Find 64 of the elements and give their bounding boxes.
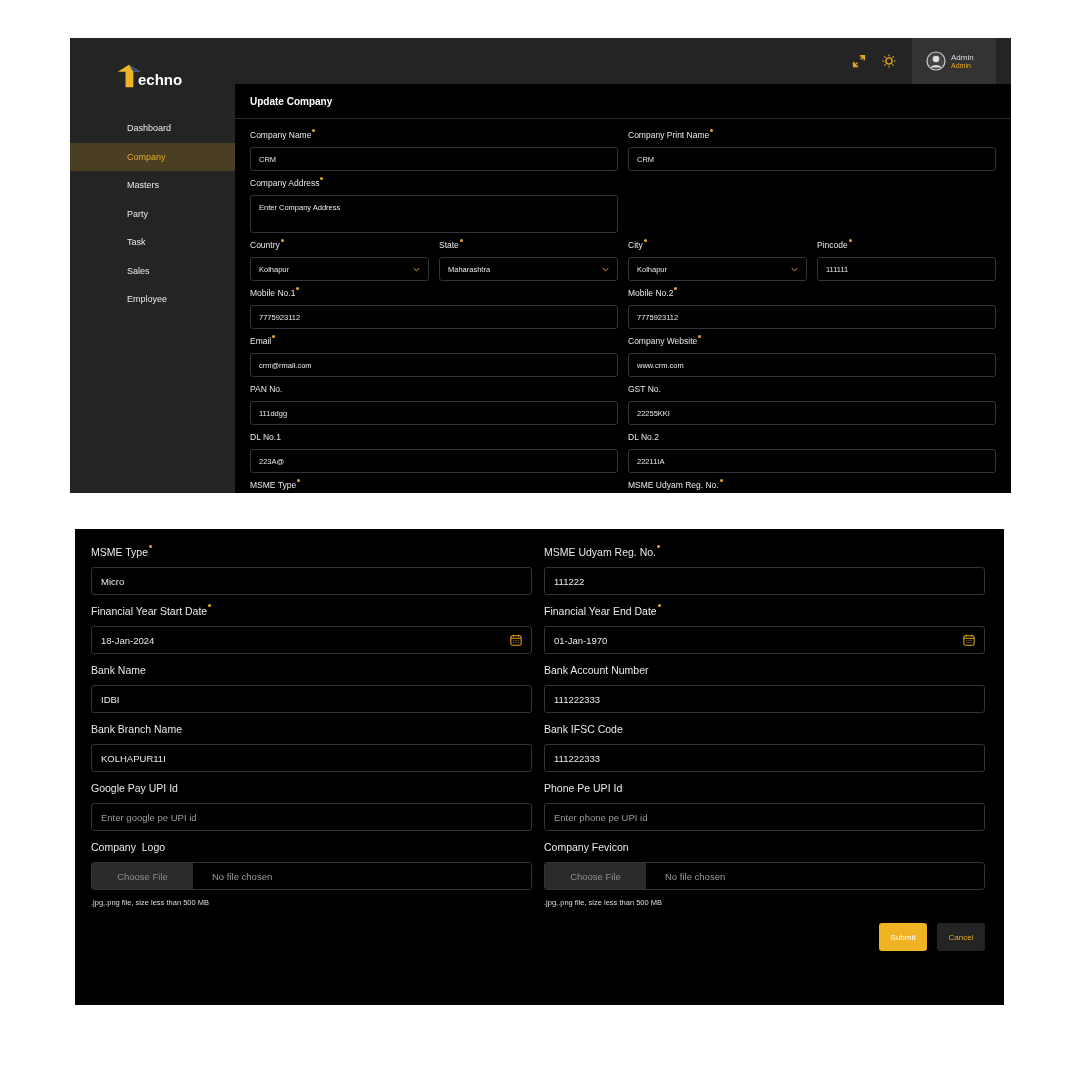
- field-label: PAN No.: [250, 383, 283, 395]
- date-field[interactable]: 01-Jan-1970: [544, 626, 985, 654]
- nav-item[interactable]: Party: [70, 199, 235, 228]
- brand-name: echno: [138, 70, 183, 88]
- text-field[interactable]: KOLHAPUR11I: [91, 744, 532, 772]
- nav-item[interactable]: Task: [70, 228, 235, 257]
- file-status: No file chosen: [212, 870, 273, 882]
- calendar-icon: [510, 634, 522, 646]
- user-name: Admin: [951, 53, 974, 62]
- field-label: Mobile No.2: [628, 287, 674, 299]
- caret-icon: [791, 266, 798, 272]
- field-label: Bank Branch Name: [91, 722, 183, 736]
- nav-item[interactable]: Company: [70, 142, 235, 171]
- text-field[interactable]: Enter google pe UPI id: [91, 803, 532, 831]
- caret-icon: [602, 266, 609, 272]
- nav-item[interactable]: Dashboard: [70, 114, 235, 143]
- field-label: Google Pay UPI Id: [91, 781, 178, 795]
- field-label: Email: [250, 335, 272, 347]
- field-label: Bank IFSC Code: [544, 722, 623, 736]
- field-label: MSME Udyam Reg. No.: [544, 545, 657, 559]
- choose-file-button[interactable]: Choose File: [545, 863, 646, 889]
- field-label: Pincode: [817, 239, 848, 251]
- field-label: City: [628, 239, 643, 251]
- field-label: Mobile No.1: [250, 287, 296, 299]
- nav-item[interactable]: Sales: [70, 256, 235, 285]
- field-label: Financial Year End Date: [544, 604, 657, 618]
- field-label: Country: [250, 239, 280, 251]
- text-field[interactable]: 111222: [544, 567, 985, 595]
- nav-item[interactable]: Employee: [70, 285, 235, 314]
- field-label: MSME Type: [91, 545, 148, 559]
- field-label: MSME Udyam Reg. No.: [628, 479, 719, 491]
- cancel-button[interactable]: Cancel: [937, 923, 985, 951]
- avatar-icon: [926, 51, 946, 71]
- file-field[interactable]: Choose File No file chosen: [91, 862, 532, 890]
- field-label: Company Print Name: [628, 129, 710, 141]
- field-label: DL No.1: [250, 431, 281, 443]
- calendar-icon: [963, 634, 975, 646]
- expand-icon[interactable]: [852, 54, 866, 68]
- text-field[interactable]: Enter phone pe UPI id: [544, 803, 985, 831]
- field-label: Company Logo: [91, 840, 166, 854]
- sun-icon[interactable]: [882, 54, 896, 68]
- text-field[interactable]: Micro: [91, 567, 532, 595]
- field-label: Company Fevicon: [544, 840, 629, 854]
- text-field[interactable]: 111222333: [544, 744, 985, 772]
- page-title: Update Company: [235, 84, 1011, 119]
- date-field[interactable]: 18-Jan-2024: [91, 626, 532, 654]
- nav-item[interactable]: Masters: [70, 171, 235, 200]
- field-label: Company Name: [250, 129, 312, 141]
- choose-file-button[interactable]: Choose File: [92, 863, 193, 889]
- field-label: Company Address: [250, 177, 320, 189]
- text-field[interactable]: 111222333: [544, 685, 985, 713]
- field-label: Phone Pe UPI Id: [544, 781, 623, 795]
- field-label: GST No.: [628, 383, 661, 395]
- field-label: Financial Year Start Date: [91, 604, 208, 618]
- file-field[interactable]: Choose File No file chosen: [544, 862, 985, 890]
- text-field[interactable]: IDBI: [91, 685, 532, 713]
- field-label: Company Website: [628, 335, 698, 347]
- file-status: No file chosen: [665, 870, 726, 882]
- field-label: MSME Type: [250, 479, 297, 491]
- caret-icon: [413, 266, 420, 272]
- field-label: DL No.2: [628, 431, 659, 443]
- field-label: Bank Name: [91, 663, 146, 677]
- field-label: Bank Account Number: [544, 663, 649, 677]
- field-label: State: [439, 239, 459, 251]
